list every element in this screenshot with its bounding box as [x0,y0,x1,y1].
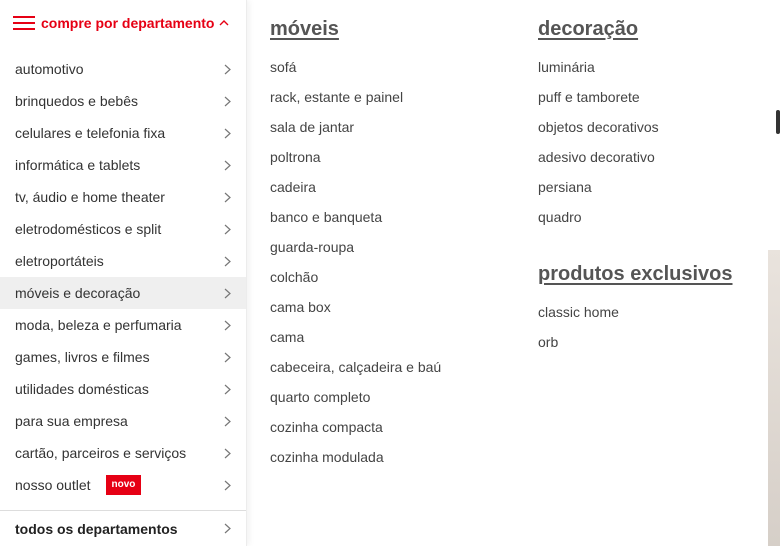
chevron-right-icon [224,352,231,363]
subcategory-link[interactable]: quarto completo [270,382,441,412]
sidebar-item-games-livros[interactable]: games, livros e filmes [0,341,246,373]
chevron-up-icon [219,15,229,29]
chevron-right-icon [224,416,231,427]
subcategory-link[interactable]: orb [538,327,733,357]
sidebar-item-moveis-decoracao[interactable]: móveis e decoração [0,277,246,309]
chevron-right-icon [224,448,231,459]
subcategory-link[interactable]: objetos decorativos [538,112,659,142]
sidebar-item-label: celulares e telefonia fixa [15,125,166,141]
chevron-right-icon [224,128,231,139]
subcategory-link[interactable]: cama box [270,292,441,322]
department-list: automotivo brinquedos e bebês celulares … [0,53,246,501]
subcategory-link[interactable]: cozinha modulada [270,442,441,472]
sidebar-item-eletroportateis[interactable]: eletroportáteis [0,245,246,277]
sidebar-item-label: utilidades domésticas [15,381,149,397]
sidebar-item-tv-audio[interactable]: tv, áudio e home theater [0,181,246,213]
chevron-right-icon [224,288,231,299]
subcategory-link[interactable]: classic home [538,297,733,327]
chevron-right-icon [224,480,231,491]
all-departments-link[interactable]: todos os departamentos [0,510,246,546]
exclusivos-column: produtos exclusivos classic home orb [538,263,733,357]
subcategory-link[interactable]: luminária [538,52,659,82]
subcategory-link[interactable]: persiana [538,172,659,202]
subcategory-link[interactable]: quadro [538,202,659,232]
sidebar-item-label: tv, áudio e home theater [15,189,165,205]
decoracao-list: luminária puff e tamborete objetos decor… [538,52,659,232]
hamburger-icon [13,15,35,31]
sidebar-item-label: eletrodomésticos e split [15,221,162,237]
decoracao-heading-link[interactable]: decoração [538,18,659,41]
subcategory-link[interactable]: puff e tamborete [538,82,659,112]
moveis-list: sofá rack, estante e painel sala de jant… [270,52,441,472]
sidebar-item-celulares[interactable]: celulares e telefonia fixa [0,117,246,149]
moveis-heading-link[interactable]: móveis [270,18,441,41]
sidebar-item-label: nosso outlet [15,477,91,493]
chevron-right-icon [224,256,231,267]
subcategory-link[interactable]: poltrona [270,142,441,172]
sidebar-item-label: móveis e decoração [15,285,141,301]
sidebar-item-label: automotivo [15,61,84,77]
chevron-right-icon [224,224,231,235]
subcategory-link[interactable]: rack, estante e painel [270,82,441,112]
sidebar-item-empresa[interactable]: para sua empresa [0,405,246,437]
sidebar-item-label: eletroportáteis [15,253,104,269]
chevron-right-icon [224,192,231,203]
subcategory-link[interactable]: banco e banqueta [270,202,441,232]
chevron-right-icon [224,96,231,107]
all-departments-label: todos os departamentos [15,520,178,537]
sidebar-item-outlet[interactable]: nosso outlet novo [0,469,246,501]
subcategory-link[interactable]: adesivo decorativo [538,142,659,172]
outlet-label-wrap: nosso outlet novo [15,475,142,495]
sidebar-item-label: games, livros e filmes [15,349,150,365]
sidebar-item-utilidades[interactable]: utilidades domésticas [0,373,246,405]
new-badge: novo [105,475,142,495]
subcategory-link[interactable]: cama [270,322,441,352]
department-menu-toggle[interactable]: compre por departamento [0,0,246,46]
sidebar-item-label: cartão, parceiros e serviços [15,445,187,461]
decoracao-column: decoração luminária puff e tamborete obj… [538,18,659,232]
subcategory-link[interactable]: colchão [270,262,441,292]
sidebar-item-eletrodomesticos[interactable]: eletrodomésticos e split [0,213,246,245]
exclusivos-list: classic home orb [538,297,733,357]
subcategory-link[interactable]: guarda-roupa [270,232,441,262]
sidebar-item-label: para sua empresa [15,413,128,429]
chevron-right-icon [224,523,231,534]
sidebar-item-cartao[interactable]: cartão, parceiros e serviços [0,437,246,469]
moveis-column: móveis sofá rack, estante e painel sala … [270,18,441,472]
department-sidebar: compre por departamento automotivo brinq… [0,0,247,546]
subcategory-link[interactable]: cabeceira, calçadeira e baú [270,352,441,382]
chevron-right-icon [224,160,231,171]
background-shape [768,250,780,546]
chevron-right-icon [224,384,231,395]
chevron-right-icon [224,320,231,331]
sidebar-item-automotivo[interactable]: automotivo [0,53,246,85]
subcategory-link[interactable]: cozinha compacta [270,412,441,442]
sidebar-item-brinquedos[interactable]: brinquedos e bebês [0,85,246,117]
sidebar-item-label: informática e tablets [15,157,141,173]
sidebar-item-label: moda, beleza e perfumaria [15,317,182,333]
sidebar-item-label: brinquedos e bebês [15,93,138,109]
exclusivos-heading-link[interactable]: produtos exclusivos [538,263,733,286]
subcategory-panel: móveis sofá rack, estante e painel sala … [246,0,766,546]
subcategory-link[interactable]: sala de jantar [270,112,441,142]
subcategory-link[interactable]: cadeira [270,172,441,202]
subcategory-link[interactable]: sofá [270,52,441,82]
background-shape [776,110,780,134]
sidebar-item-moda-beleza[interactable]: moda, beleza e perfumaria [0,309,246,341]
department-menu-title: compre por departamento [41,15,215,31]
chevron-right-icon [224,64,231,75]
sidebar-item-informatica[interactable]: informática e tablets [0,149,246,181]
background-image-edge [766,0,780,546]
